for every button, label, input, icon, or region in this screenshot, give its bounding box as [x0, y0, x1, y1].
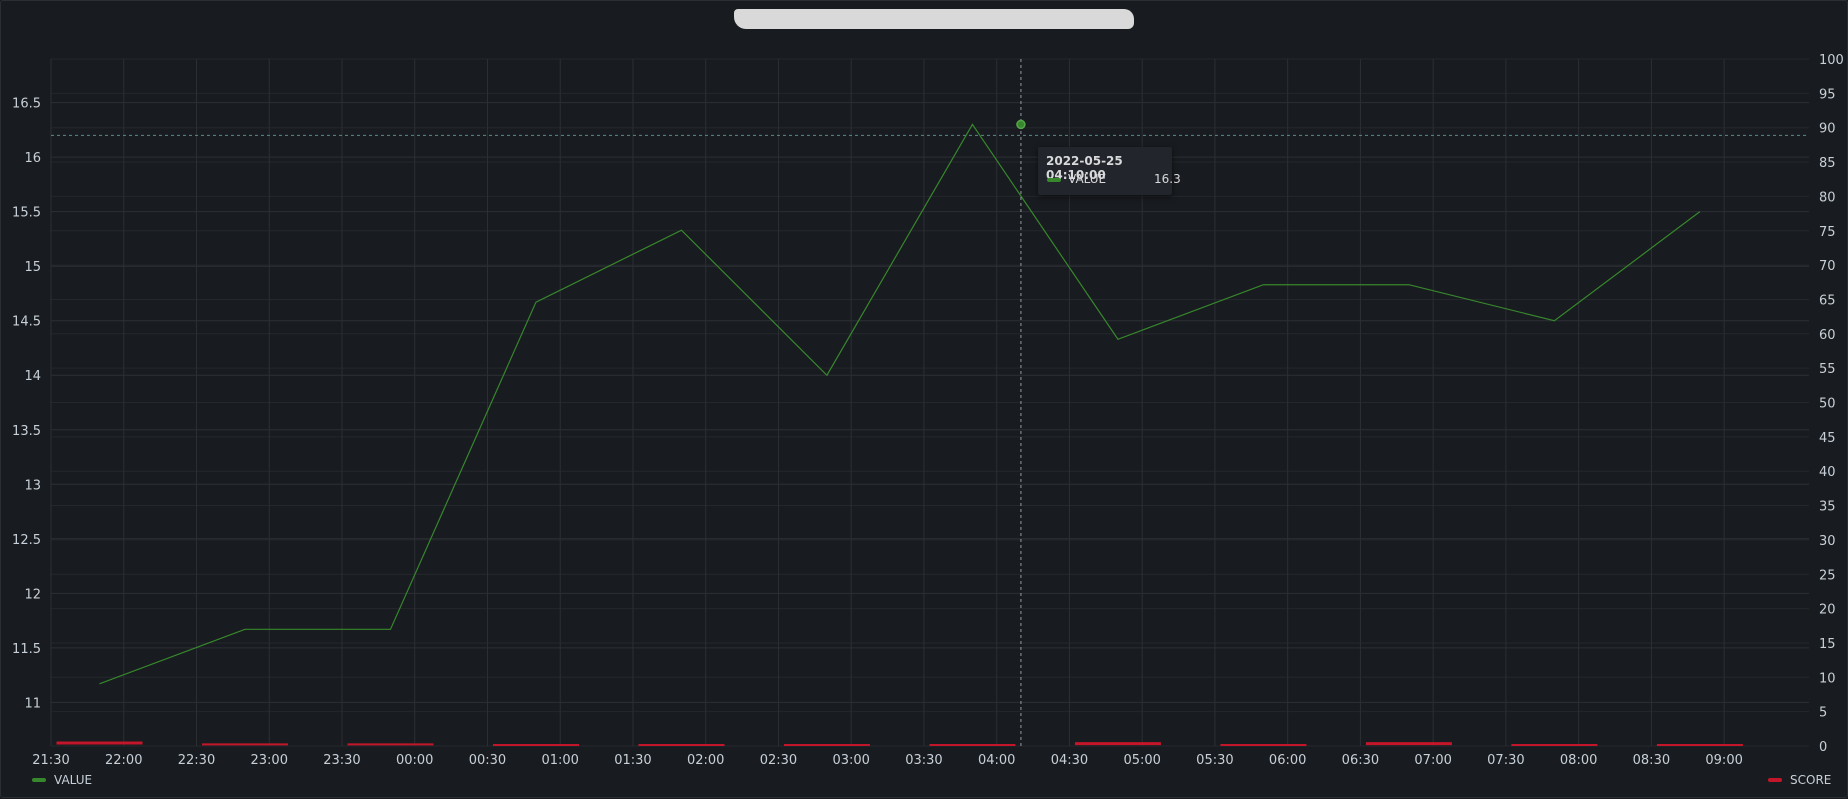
hover-tooltip: 2022-05-25 04:10:00 VALUE 16.3 [1038, 147, 1181, 195]
line-chart[interactable]: 11 11.5 12 12.5 13 13.5 14 14.5 15 15.5 16 16.5 0 5 1… [1, 1, 1848, 799]
y-right-tick-label: 65 [1819, 293, 1836, 308]
y-left-tick-label: 14 [24, 369, 41, 384]
x-tick-label: 22:30 [178, 753, 215, 768]
x-tick-label: 23:00 [251, 753, 288, 768]
legend-label-value[interactable]: VALUE [54, 773, 92, 787]
y-right-tick-label: 70 [1819, 259, 1836, 274]
x-tick-label: 00:30 [469, 753, 506, 768]
y-right-tick-label: 5 [1819, 706, 1827, 721]
y-right-tick-label: 90 [1819, 122, 1836, 137]
y-left-tick-label: 15 [24, 260, 41, 275]
y-left-tick-label: 12 [24, 587, 41, 602]
legend[interactable]: VALUE SCORE [32, 773, 1831, 787]
y-right-tick-label: 45 [1819, 431, 1836, 446]
left-y-axis: 11 11.5 12 12.5 13 13.5 14 14.5 15 15.5 16 16.5 [12, 97, 41, 712]
y-right-tick-label: 30 [1819, 534, 1836, 549]
x-tick-label: 00:00 [396, 753, 433, 768]
y-left-tick-label: 16 [24, 151, 41, 166]
y-left-tick-label: 11.5 [12, 642, 41, 657]
x-tick-label: 03:30 [905, 753, 942, 768]
x-tick-label: 09:00 [1705, 753, 1742, 768]
x-tick-label: 06:00 [1269, 753, 1306, 768]
score-series [56, 741, 1743, 746]
x-tick-label: 02:00 [687, 753, 724, 768]
x-tick-label: 22:00 [105, 753, 142, 768]
y-right-tick-label: 15 [1819, 637, 1836, 652]
x-tick-label: 06:30 [1342, 753, 1379, 768]
chart-panel: 11 11.5 12 12.5 13 13.5 14 14.5 15 15.5 16 16.5 0 5 1… [0, 0, 1848, 798]
tooltip-series-name: VALUE [1068, 172, 1107, 186]
legend-swatch-value[interactable] [32, 778, 46, 782]
y-right-tick-label: 100 [1819, 53, 1844, 68]
y-left-tick-label: 13.5 [12, 424, 41, 439]
y-right-tick-label: 85 [1819, 156, 1836, 171]
value-line [99, 123, 1701, 685]
y-right-tick-label: 40 [1819, 465, 1836, 480]
y-left-tick-label: 12.5 [12, 533, 41, 548]
y-right-tick-label: 60 [1819, 328, 1836, 343]
y-right-tick-label: 25 [1819, 568, 1836, 583]
x-tick-label: 03:00 [832, 753, 869, 768]
x-tick-label: 01:30 [614, 753, 651, 768]
legend-label-score[interactable]: SCORE [1790, 773, 1831, 787]
x-tick-label: 08:30 [1633, 753, 1670, 768]
y-right-tick-label: 50 [1819, 397, 1836, 412]
y-left-tick-label: 13 [24, 478, 41, 493]
x-tick-label: 07:00 [1414, 753, 1451, 768]
value-series [99, 123, 1701, 685]
x-tick-label: 02:30 [760, 753, 797, 768]
tooltip-series-swatch [1047, 178, 1061, 182]
x-tick-label: 04:30 [1051, 753, 1088, 768]
y-left-tick-label: 11 [24, 696, 41, 711]
y-right-tick-label: 10 [1819, 671, 1836, 686]
y-left-tick-label: 14.5 [12, 315, 41, 330]
y-right-tick-label: 75 [1819, 225, 1836, 240]
right-y-axis: 0 5 10 15 20 25 30 35 40 45 50 55 60 65 70 75 80 85 90 95 10… [1819, 53, 1844, 755]
x-tick-label: 07:30 [1487, 753, 1524, 768]
y-right-tick-label: 80 [1819, 190, 1836, 205]
x-tick-label: 01:00 [541, 753, 578, 768]
y-right-tick-label: 95 [1819, 87, 1836, 102]
x-tick-label: 21:30 [32, 753, 69, 768]
hover-point [1016, 119, 1026, 130]
x-tick-label: 08:00 [1560, 753, 1597, 768]
x-tick-label: 23:30 [323, 753, 360, 768]
legend-swatch-score[interactable] [1768, 778, 1782, 782]
y-left-tick-label: 16.5 [12, 97, 41, 112]
x-tick-label: 05:30 [1196, 753, 1233, 768]
y-right-tick-label: 20 [1819, 603, 1836, 618]
y-right-tick-label: 35 [1819, 500, 1836, 515]
x-tick-label: 04:00 [978, 753, 1015, 768]
y-left-tick-label: 15.5 [12, 206, 41, 221]
x-axis: 21:30 22:00 22:30 23:00 23:30 00:00 00:30 01:00… [32, 753, 1743, 768]
y-right-tick-label: 55 [1819, 362, 1836, 377]
y-right-tick-label: 0 [1819, 740, 1827, 755]
tooltip-value: 16.3 [1154, 172, 1181, 186]
x-tick-label: 05:00 [1123, 753, 1160, 768]
grid-lines [50, 58, 1809, 747]
